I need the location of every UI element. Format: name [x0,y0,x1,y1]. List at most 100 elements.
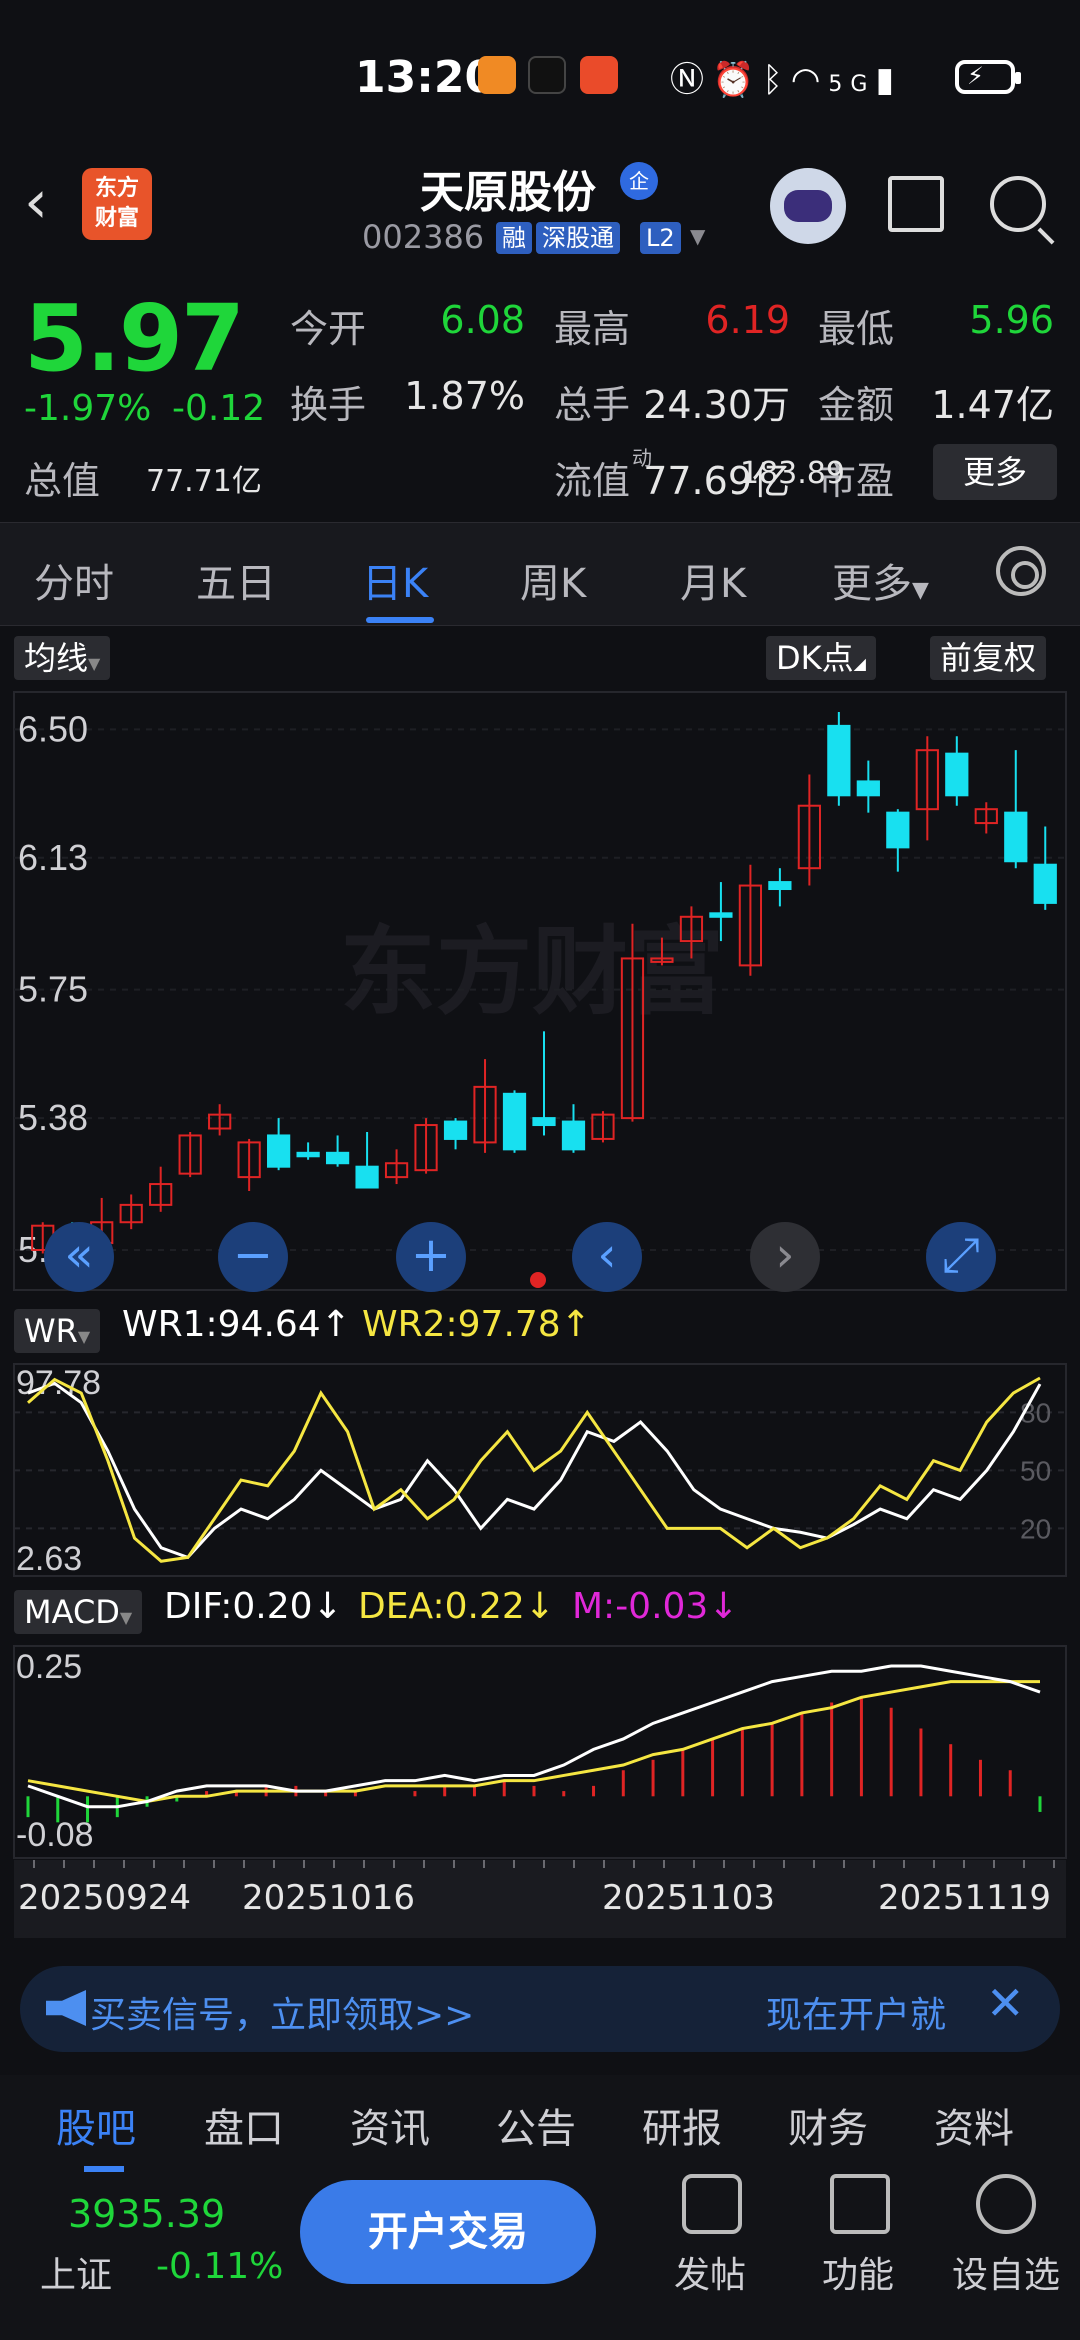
tag-l2[interactable]: L2 [640,222,681,254]
tab-monthly-k[interactable]: 月K [680,551,746,609]
change-amount: -0.12 [172,388,266,429]
functions-label[interactable]: 功能 [822,2246,894,2298]
share-icon[interactable] [888,176,944,232]
quote-label: 最低 [818,307,895,351]
app-orange-icon [478,56,516,94]
app-logo[interactable]: 东方 财富 [82,168,152,240]
candle-body [1033,863,1057,904]
candle-body [709,912,733,918]
tab-daily-k[interactable]: 日K [362,551,428,609]
wr1-legend: WR1:94.64↑ [122,1304,351,1345]
tab-more[interactable]: 更多▼ [832,551,929,609]
candle-body [296,1151,320,1158]
tag-connect[interactable]: 深股通 [536,222,620,254]
zoom-in-button[interactable]: + [396,1222,466,1292]
tab-order-book[interactable]: 盘口 [204,2096,284,2154]
x-date-2: 20251016 [242,1878,416,1918]
index-value[interactable]: 3935.39 [68,2192,225,2236]
more-button[interactable]: 更多 [933,444,1057,500]
wifi-icon: ◠ [790,60,829,100]
chevron-down-icon[interactable]: ▼ [690,224,705,248]
post-icon[interactable] [682,2174,742,2234]
tab-profile[interactable]: 资料 [934,2096,1014,2154]
tab-intraday[interactable]: 分时 [34,551,114,609]
tiktok-icon [528,56,566,94]
dk-label: DK点 [776,639,854,677]
triangle-down-icon: ▼ [912,578,929,603]
tab-weekly-k[interactable]: 周K [520,551,586,609]
y-tick-label: 5.75 [18,969,88,1010]
quote-label: 流值 [554,459,631,503]
quote-label: 金额 [818,383,895,427]
macd-selector[interactable]: MACD▼ [14,1590,143,1634]
dea-value: DEA:0.22 [358,1586,525,1627]
fullscreen-button[interactable]: ⤢ [926,1222,996,1292]
search-icon[interactable] [990,176,1046,232]
pe-superscript: 动 [632,446,652,470]
wr-y-tick: 2.63 [16,1540,82,1578]
adjust-button[interactable]: 前复权 [930,636,1047,680]
promo-text[interactable]: 买卖信号，立即领取>> [90,1986,474,2038]
logo-line2: 财富 [94,206,139,231]
corner-icon: ◢ [853,654,866,673]
dea-legend: DEA:0.22↓ [358,1586,555,1627]
trade-button[interactable]: 开户交易 [300,2180,596,2284]
quote-label: 换手 [290,383,367,427]
quote-value: 5.96 [969,298,1054,342]
x-date-3: 20251103 [602,1878,776,1918]
gear-icon[interactable] [996,546,1046,596]
x-date-1: 20250924 [18,1878,192,1918]
candle-body [443,1120,468,1140]
quote-label: 总手 [554,383,631,427]
dif-legend: DIF:0.20↓ [164,1586,343,1627]
y-tick-label: 6.13 [18,837,88,878]
assistant-robot-icon[interactable] [770,168,846,244]
zoom-out-button[interactable]: − [218,1222,288,1292]
bluetooth-icon: ᛒ [762,60,791,100]
tag-margin[interactable]: 融 [496,222,532,254]
candle-body [325,1151,350,1165]
dk-button[interactable]: DK点◢ [766,636,876,680]
dif-value: DIF:0.20 [164,1586,313,1627]
tab-announcements[interactable]: 公告 [496,2096,576,2154]
candle-body [532,1117,556,1127]
y-tick-label: 5.38 [18,1097,88,1138]
prev-button[interactable]: ‹ [572,1222,642,1292]
macd-y-tick: -0.08 [16,1816,94,1854]
candle-body [827,724,851,797]
quote-value: 77.71亿 [146,464,262,499]
quote-label: 最高 [554,307,631,351]
index-change[interactable]: -0.11% [156,2246,283,2287]
tab-five-day[interactable]: 五日 [196,551,276,609]
tab-finance[interactable]: 财务 [788,2096,868,2154]
wr2-value: WR2:97.78 [362,1304,561,1345]
back-chevron-icon[interactable]: ‹ [24,172,70,236]
current-marker [530,1272,546,1288]
wr-selector[interactable]: WR▼ [14,1309,101,1353]
post-label[interactable]: 发帖 [674,2246,746,2298]
arrow-down-icon: ↓ [524,1586,555,1627]
watchlist-icon[interactable] [976,2174,1036,2234]
arrow-down-icon: ↓ [708,1586,739,1627]
tab-research[interactable]: 研报 [642,2096,722,2154]
watchlist-label[interactable]: 设自选 [952,2246,1060,2298]
quote-value: 1.47亿 [931,383,1054,427]
next-button[interactable]: › [750,1222,820,1292]
close-icon[interactable]: ✕ [986,1976,1025,2030]
enterprise-badge: 企 [620,162,658,200]
quote-value: 6.08 [440,298,525,342]
x-date-4: 20251119 [878,1878,1052,1918]
functions-icon[interactable] [830,2174,890,2234]
rewind-button[interactable]: « [44,1222,114,1292]
index-name[interactable]: 上证 [40,2246,112,2298]
logo-line1: 东方 [94,176,139,201]
arrow-up-icon: ↑ [560,1304,591,1345]
arrow-up-icon: ↑ [320,1304,351,1345]
promo-text-right[interactable]: 现在开户就 [766,1986,946,2038]
tab-news[interactable]: 资讯 [350,2096,430,2154]
tab-forum[interactable]: 股吧 [56,2096,136,2154]
app-red-icon [580,56,618,94]
ma-selector[interactable]: 均线▼ [14,636,111,680]
triangle-down-icon: ▼ [88,654,101,673]
y-tick-label: 6.50 [18,708,88,749]
